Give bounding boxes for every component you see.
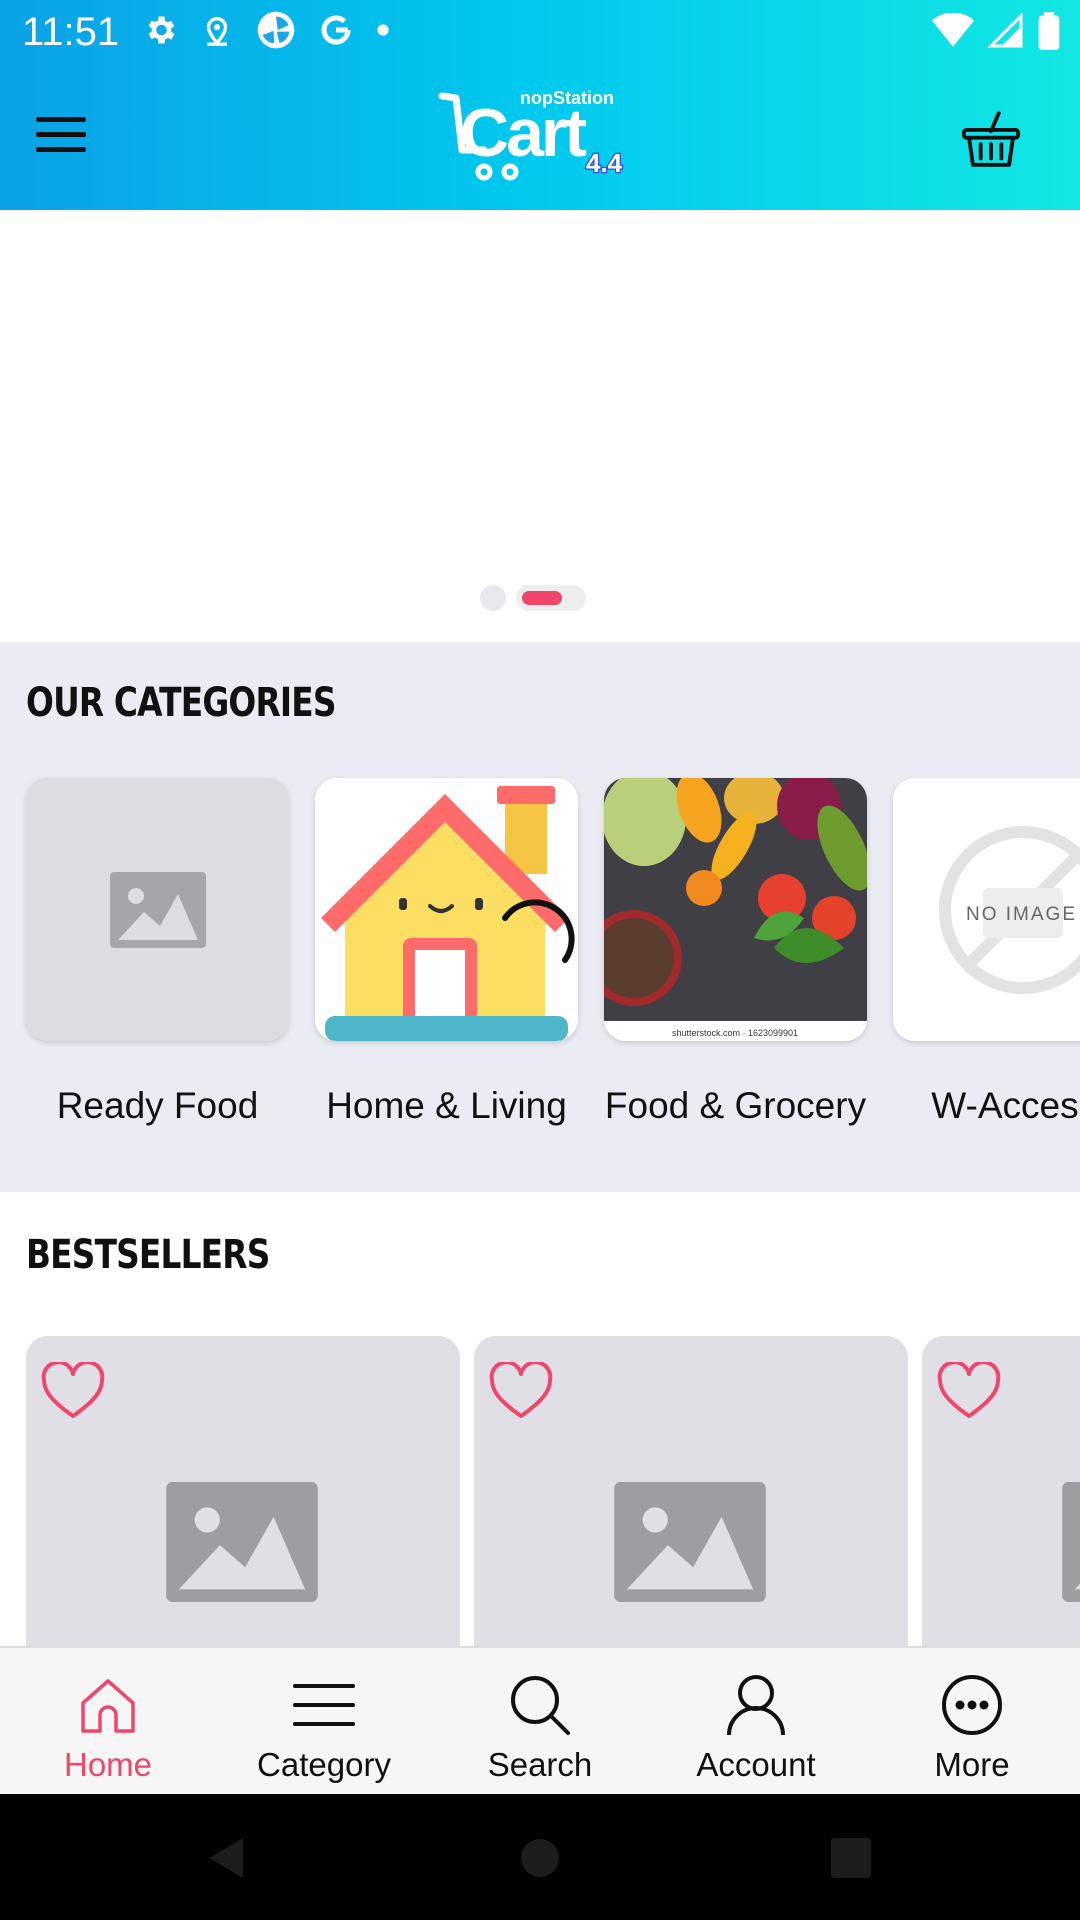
nav-label: Account [696,1746,816,1783]
logo-word: Cart [460,95,586,171]
product-card[interactable] [26,1336,460,1646]
categories-title: OUR CATEGORIES [26,680,337,726]
placeholder-image-icon [109,871,206,948]
bestsellers-title: BESTSELLERS [26,1232,270,1278]
dot-icon [377,24,389,36]
nav-label: Search [487,1746,593,1783]
bestsellers-list[interactable] [26,1336,1080,1646]
home-icon [73,1670,143,1740]
no-image-icon: NO IMAGE [893,778,1080,1041]
product-card[interactable] [474,1336,908,1646]
nav-search[interactable]: Search [432,1648,648,1794]
slider-dot-active[interactable] [516,585,586,611]
category-item[interactable]: Ready Food [26,778,289,1127]
hamburger-icon-line [36,131,86,137]
bestsellers-section: BESTSELLERS [0,1192,1080,1646]
top-app-bar: nopStation Cart 4.4 [0,64,1080,210]
category-image: shutterstock.com · 1623099901 [604,778,867,1041]
nav-more[interactable]: More [864,1648,1080,1794]
nav-account[interactable]: Account [648,1648,864,1794]
account-icon [721,1670,791,1740]
nav-category[interactable]: Category [216,1648,432,1794]
back-icon[interactable] [205,1836,245,1880]
placeholder-image-icon [166,1482,318,1602]
placeholder-image-icon [614,1482,766,1602]
search-icon [505,1670,575,1740]
placeholder-image-icon [1062,1482,1080,1602]
category-label: Ready Food [56,1085,259,1126]
menu-button[interactable] [36,104,108,164]
banner-slider[interactable] [0,210,1080,642]
list-icon [289,1670,359,1740]
category-item[interactable]: NO IMAGE W-Accesso [893,778,1080,1127]
status-icons-left [142,10,390,50]
categories-section: OUR CATEGORIES Ready Food Home & Living … [0,642,1080,1192]
heart-outline-icon[interactable] [40,1362,106,1422]
status-icons-right [932,12,1060,50]
app-header: 11:51 nopStation Cart 4.4 [0,0,1080,210]
slider-indicator [480,585,586,611]
photo-caption: shutterstock.com · 1623099901 [672,1028,798,1038]
heart-outline-icon[interactable] [488,1362,554,1422]
house-illustration [315,778,578,1041]
basket-icon[interactable] [960,108,1022,170]
nav-label: Home [63,1746,153,1783]
location-icon [206,17,228,46]
nav-home[interactable]: Home [0,1648,216,1794]
signal-icon [988,13,1023,48]
nav-label: Category [257,1746,391,1783]
gear-icon [148,16,175,44]
category-image [315,778,578,1041]
hamburger-icon [36,116,86,122]
slider-dot[interactable] [480,585,506,611]
category-image [26,778,289,1041]
logo-version: 4.4 [586,148,623,178]
no-image-text: NO IMAGE [966,904,1077,925]
category-label: Home & Living [326,1085,567,1126]
bottom-navigation: Home Category Search Account More [0,1646,1080,1794]
category-label: Food & Grocery [604,1085,867,1126]
battery-icon [1038,12,1060,50]
vegetables-photo: shutterstock.com · 1623099901 [604,778,867,1041]
home-circle-icon[interactable] [520,1838,560,1878]
nav-label: More [934,1746,1010,1783]
wifi-icon [932,13,974,47]
system-navigation-bar [0,1794,1080,1920]
google-icon [321,15,351,45]
category-image: NO IMAGE [893,778,1080,1041]
status-time: 11:51 [22,10,120,54]
recents-icon[interactable] [831,1838,871,1878]
category-label: W-Accesso [931,1085,1080,1126]
app-logo: nopStation Cart 4.4 [438,88,624,181]
product-card[interactable] [922,1336,1080,1646]
more-icon [937,1670,1007,1740]
category-item[interactable]: shutterstock.com · 1623099901 Food & Gro… [604,778,867,1127]
status-bar: 11:51 [0,0,1080,64]
slider-dot-active-pill [522,591,562,605]
hamburger-icon-line [36,146,86,152]
heart-outline-icon[interactable] [936,1362,1002,1422]
categories-list[interactable]: Ready Food Home & Living shutterstock.co… [26,778,1080,1127]
app-shutter-icon [257,11,295,49]
category-item[interactable]: Home & Living [315,778,578,1127]
